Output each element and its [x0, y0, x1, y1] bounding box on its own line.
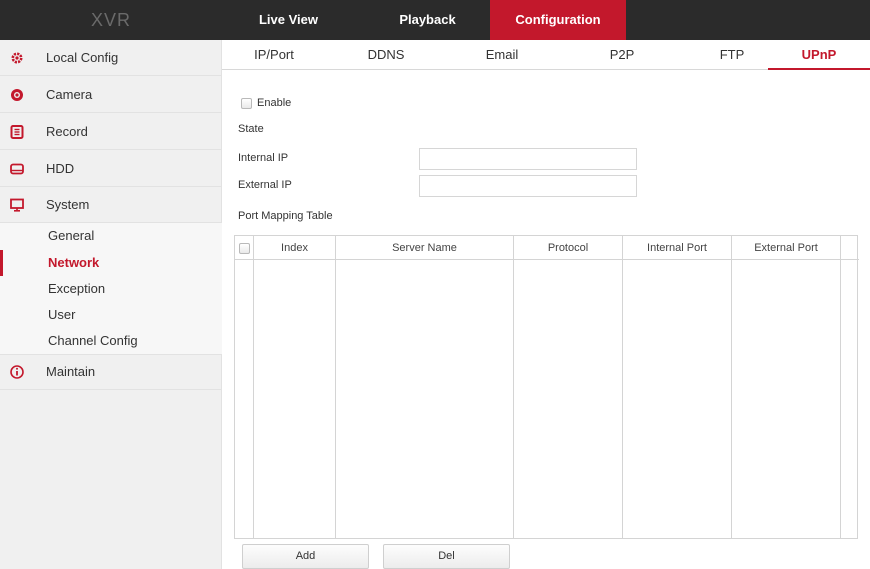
sidebar-subitem-user[interactable]: User — [0, 302, 222, 328]
header-internal-port[interactable]: Internal Port — [623, 236, 731, 260]
column-divider — [731, 236, 732, 538]
sidebar-item-label: Local Config — [46, 50, 119, 65]
nav-configuration[interactable]: Configuration — [490, 0, 626, 40]
top-bar: XVR Live View Playback Configuration — [0, 0, 870, 40]
nav-live-view[interactable]: Live View — [250, 0, 327, 40]
port-mapping-table-label: Port Mapping Table — [238, 210, 333, 222]
sidebar-item-local-config[interactable]: Local Config — [0, 40, 222, 76]
port-mapping-table: Index Server Name Protocol Internal Port… — [234, 235, 859, 539]
sidebar-item-record[interactable]: Record — [0, 114, 222, 150]
gear-icon — [9, 50, 25, 66]
internal-ip-input[interactable] — [419, 148, 637, 170]
sidebar-subitem-exception[interactable]: Exception — [0, 276, 222, 302]
column-divider — [253, 236, 254, 538]
header-server-name[interactable]: Server Name — [336, 236, 513, 260]
internal-ip-label: Internal IP — [238, 152, 289, 164]
sidebar-item-maintain[interactable]: Maintain — [0, 354, 222, 390]
tab-p2p[interactable]: P2P — [582, 40, 662, 70]
sidebar-item-label: Record — [46, 124, 88, 139]
sidebar-item-hdd[interactable]: HDD — [0, 151, 222, 187]
header-external-port[interactable]: External Port — [732, 236, 840, 260]
nav-playback[interactable]: Playback — [370, 0, 485, 40]
sidebar-item-label: Maintain — [46, 364, 96, 379]
tab-ftp[interactable]: FTP — [692, 40, 772, 70]
sidebar-subitem-network[interactable]: Network — [0, 250, 222, 276]
sidebar-item-system[interactable]: System — [0, 187, 222, 223]
column-divider — [335, 236, 336, 538]
tab-upnp[interactable]: UPnP — [768, 40, 870, 70]
header-protocol[interactable]: Protocol — [514, 236, 622, 260]
app-logo: XVR — [90, 10, 131, 30]
sidebar: Local Config Camera Record HDD System Ge… — [0, 40, 222, 569]
sidebar-item-label: HDD — [46, 161, 75, 176]
column-divider — [622, 236, 623, 538]
camera-icon — [9, 87, 25, 103]
sidebar-subitem-channel-config[interactable]: Channel Config — [0, 328, 222, 354]
select-all-checkbox[interactable] — [239, 243, 250, 254]
column-divider — [513, 236, 514, 538]
del-button[interactable]: Del — [383, 544, 510, 569]
hdd-icon — [9, 161, 25, 177]
tab-ddns[interactable]: DDNS — [346, 40, 426, 70]
enable-label: Enable — [257, 97, 292, 109]
tab-email[interactable]: Email — [462, 40, 542, 70]
header-index[interactable]: Index — [254, 236, 335, 260]
sidebar-item-label: System — [46, 197, 90, 212]
record-icon — [9, 124, 25, 140]
external-ip-label: External IP — [238, 179, 292, 191]
enable-checkbox[interactable] — [241, 98, 252, 109]
state-label: State — [238, 123, 264, 135]
add-button[interactable]: Add — [242, 544, 369, 569]
sidebar-item-label: Camera — [46, 87, 93, 102]
sidebar-subitem-general[interactable]: General — [0, 223, 222, 249]
info-icon — [9, 364, 25, 380]
external-ip-input[interactable] — [419, 175, 637, 197]
column-divider — [840, 236, 841, 538]
config-tabs: IP/Port DDNS Email P2P FTP UPnP — [222, 40, 870, 70]
tab-ip-port[interactable]: IP/Port — [234, 40, 314, 70]
sidebar-item-camera[interactable]: Camera — [0, 77, 222, 113]
monitor-icon — [9, 197, 25, 213]
